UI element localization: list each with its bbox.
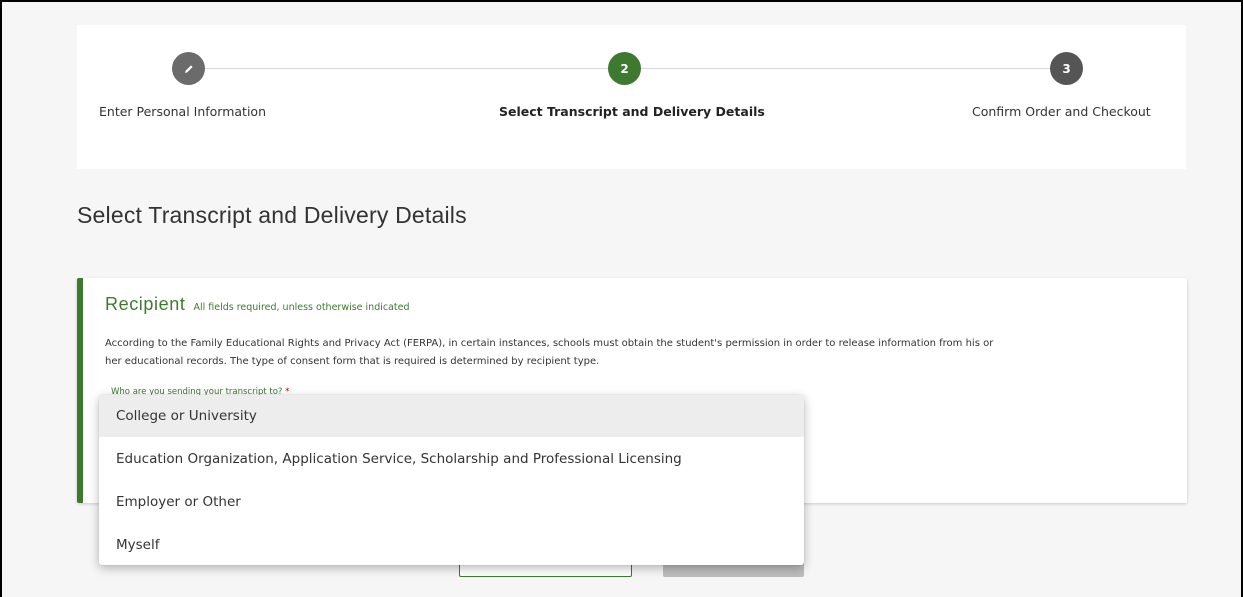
recipient-heading-row: Recipient All fields required, unless ot…: [105, 294, 410, 315]
step-1-circle[interactable]: [172, 52, 205, 85]
step-1-label[interactable]: Enter Personal Information: [99, 104, 266, 119]
option-college-or-university[interactable]: College or University: [99, 395, 804, 437]
pencil-icon: [184, 64, 193, 73]
option-education-organization[interactable]: Education Organization, Application Serv…: [99, 437, 804, 480]
step-2-label: Select Transcript and Delivery Details: [499, 104, 765, 119]
required-note: All fields required, unless otherwise in…: [193, 302, 410, 313]
option-employer-or-other[interactable]: Employer or Other: [99, 480, 804, 523]
step-3-label: Confirm Order and Checkout: [972, 104, 1151, 119]
ferpa-description: According to the Family Educational Righ…: [105, 338, 994, 367]
recipient-heading: Recipient: [105, 294, 186, 314]
step-2-number: 2: [620, 61, 629, 76]
progress-stepper: Enter Personal Information 2 Select Tran…: [77, 25, 1186, 169]
step-3-circle: 3: [1050, 52, 1083, 85]
recipient-type-dropdown[interactable]: College or University Education Organiza…: [99, 395, 804, 565]
option-myself[interactable]: Myself: [99, 523, 804, 566]
page-title: Select Transcript and Delivery Details: [77, 202, 467, 228]
page-frame: Enter Personal Information 2 Select Tran…: [0, 0, 1243, 597]
step-3-number: 3: [1062, 61, 1071, 76]
step-2-circle: 2: [608, 52, 641, 85]
